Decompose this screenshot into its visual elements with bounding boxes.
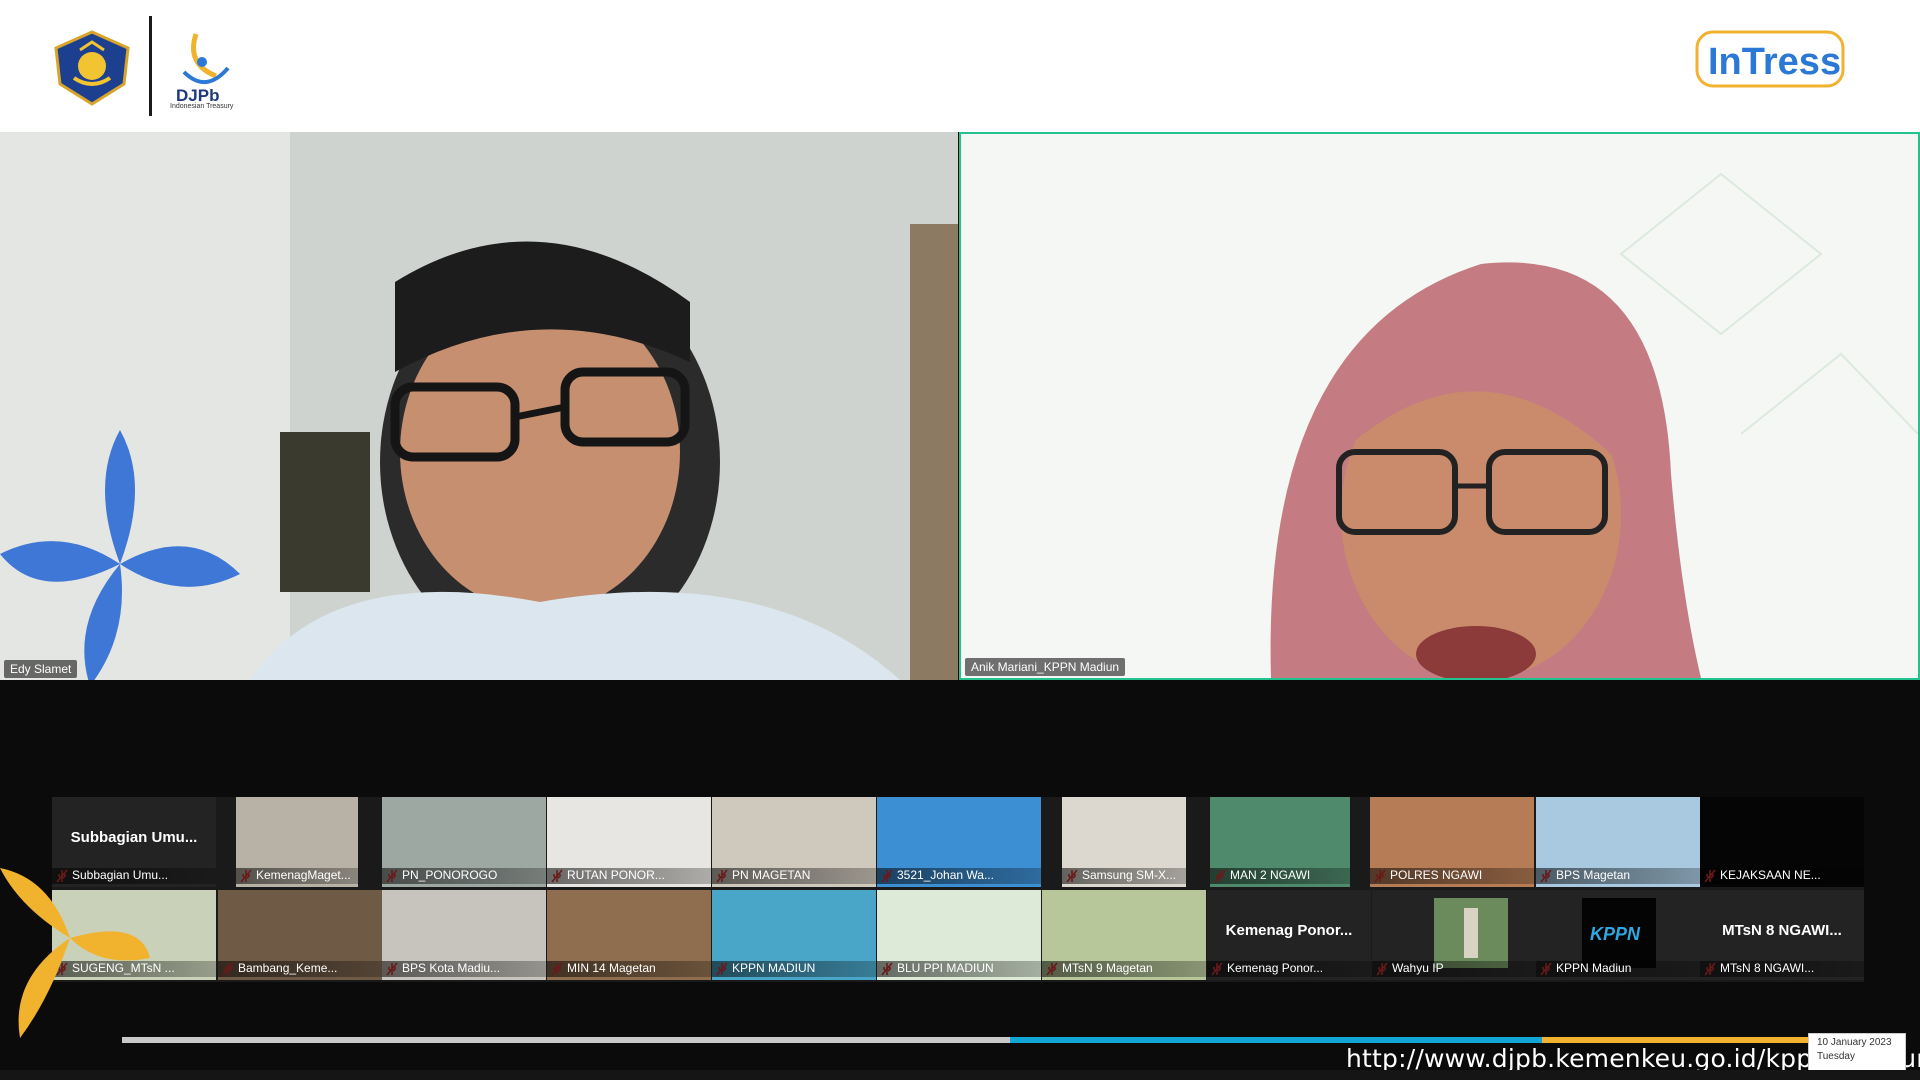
participant-tile[interactable]: KemenagMaget...	[236, 797, 358, 887]
participant-tile[interactable]: Bambang_Keme...	[218, 890, 382, 980]
progress-segment-yellow	[1542, 1037, 1826, 1043]
svg-text:InTress: InTress	[1708, 41, 1841, 83]
progress-segment-grey	[122, 1037, 1010, 1043]
participant-label: MAN 2 NGAWI	[1210, 868, 1350, 884]
speaker-name-tag-right: Anik Mariani_KPPN Madiun	[965, 658, 1126, 676]
participant-tile[interactable]: BPS Kota Madiu...	[382, 890, 546, 980]
participant-label: BLU PPI MADIUN	[877, 961, 1041, 977]
date-text: 10 January 2023	[1817, 1037, 1892, 1048]
participant-tile[interactable]: Kemenag Ponor... Kemenag Ponor...	[1207, 890, 1371, 980]
participant-label: MIN 14 Magetan	[547, 961, 711, 977]
participant-label: RUTAN PONOR...	[547, 868, 711, 884]
participant-label: KPPN MADIUN	[712, 961, 876, 977]
video-tile-main-right[interactable]: Anik Mariani_KPPN Madiun	[959, 132, 1920, 680]
djpb-subtitle: Indonesian Treasury	[170, 103, 234, 110]
participant-grid: Subbagian Umu... Subbagian Umu... Kemena…	[52, 797, 1864, 982]
blue-flower-decoration-icon	[0, 430, 240, 680]
participant-avatar-image	[1434, 898, 1508, 968]
participant-tile[interactable]: 3521_Johan Wa...	[877, 797, 1041, 887]
participant-label: 3521_Johan Wa...	[877, 868, 1041, 884]
participant-big-name: MTsN 8 NGAWI...	[1722, 922, 1842, 939]
participant-tile[interactable]: PN MAGETAN	[712, 797, 876, 887]
participant-tile[interactable]: Samsung SM-X...	[1062, 797, 1186, 887]
progress-segment-blue	[1010, 1037, 1542, 1043]
participant-tile[interactable]: KEJAKSAAN NE...	[1700, 797, 1864, 887]
participant-tile[interactable]: BLU PPI MADIUN	[877, 890, 1041, 980]
participant-label: POLRES NGAWI	[1370, 868, 1534, 884]
participant-label: BPS Magetan	[1536, 868, 1700, 884]
yellow-flower-decoration-icon	[0, 868, 150, 1038]
participant-tile[interactable]: MAN 2 NGAWI	[1210, 797, 1350, 887]
svg-text:KPPN: KPPN	[1590, 924, 1641, 944]
participant-tile[interactable]: RUTAN PONOR...	[547, 797, 711, 887]
participant-tile[interactable]: PN_PONOROGO	[382, 797, 546, 887]
participant-label: Bambang_Keme...	[218, 961, 382, 977]
day-text: Tuesday	[1817, 1051, 1855, 1062]
participant-label: KEJAKSAAN NE...	[1700, 868, 1864, 884]
participant-tile[interactable]: MIN 14 Magetan	[547, 890, 711, 980]
bottom-bar	[0, 1070, 1920, 1080]
participant-label: PN MAGETAN	[712, 868, 876, 884]
participant-tile[interactable]: MTsN 9 Magetan	[1042, 890, 1206, 980]
kemenkeu-logo-icon	[54, 30, 130, 106]
speaker-name-tag-left: Edy Slamet	[4, 660, 78, 678]
participant-label: MTsN 8 NGAWI...	[1700, 961, 1864, 977]
participant-label: Kemenag Ponor...	[1207, 961, 1371, 977]
participant-tile[interactable]: Wahyu IP	[1372, 890, 1536, 980]
participant-label: MTsN 9 Magetan	[1042, 961, 1206, 977]
kppn-avatar-icon: KPPN	[1582, 898, 1656, 968]
participant-tile[interactable]: KPPN MADIUN	[712, 890, 876, 980]
participant-tile[interactable]: MTsN 8 NGAWI... MTsN 8 NGAWI...	[1700, 890, 1864, 980]
participant-big-name: Kemenag Ponor...	[1225, 922, 1353, 939]
participant-label: PN_PONOROGO	[382, 868, 546, 884]
date-widget: 10 January 2023 Tuesday	[1808, 1033, 1906, 1071]
participant-tile[interactable]: BPS Magetan	[1536, 797, 1700, 887]
speaker-video-right	[961, 134, 1918, 678]
participant-tile[interactable]: POLRES NGAWI	[1370, 797, 1534, 887]
participant-label: KPPN Madiun	[1536, 961, 1700, 977]
participant-label: Samsung SM-X...	[1062, 868, 1186, 884]
participant-label: BPS Kota Madiu...	[382, 961, 546, 977]
header-bar: DJPb Indonesian Treasury InTress	[0, 0, 1920, 132]
intress-logo-icon: InTress	[1695, 30, 1845, 88]
video-tile-main-left[interactable]: Edy Slamet	[0, 132, 958, 680]
participant-label: KemenagMaget...	[236, 868, 358, 884]
participant-big-name: Subbagian Umu...	[70, 829, 198, 846]
participant-label: Wahyu IP	[1372, 961, 1536, 977]
participant-tile[interactable]: KPPN KPPN Madiun	[1536, 890, 1700, 980]
header-divider	[149, 16, 152, 116]
